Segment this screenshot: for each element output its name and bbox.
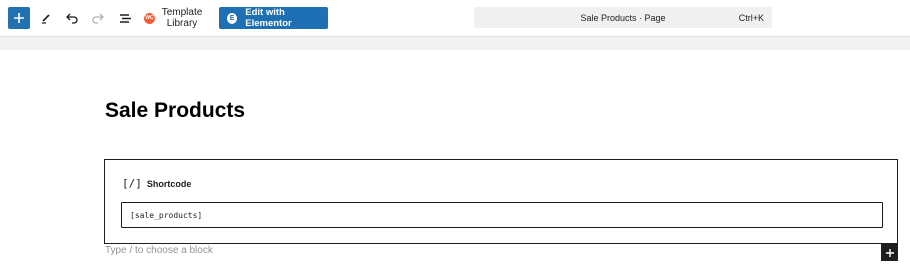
template-library-label: Template Library	[161, 7, 203, 29]
document-title: Sale Products · Page	[580, 13, 666, 23]
template-library-button[interactable]: WC Template Library	[144, 6, 203, 30]
edit-with-elementor-label: Edit with Elementor	[245, 7, 292, 29]
list-view-icon	[119, 13, 131, 23]
shortcode-label: Shortcode	[146, 178, 192, 189]
keyboard-shortcut: Ctrl+K	[738, 13, 764, 23]
undo-icon	[66, 13, 78, 24]
redo-icon	[92, 13, 104, 24]
block-appender-placeholder[interactable]: Type / to choose a block	[105, 245, 213, 256]
page-title[interactable]: Sale Products	[105, 99, 245, 123]
toolbar-divider-strip	[0, 37, 910, 50]
redo-button[interactable]	[87, 7, 109, 29]
shortcode-block[interactable]: [/] Shortcode [sale_products]	[104, 159, 898, 244]
document-overview-button[interactable]	[114, 7, 136, 29]
undo-button[interactable]	[61, 7, 83, 29]
template-library-logo-icon: WC	[144, 12, 155, 24]
plus-icon	[885, 248, 894, 257]
elementor-icon: E	[227, 12, 238, 24]
tools-button[interactable]	[35, 7, 57, 29]
shortcode-block-header: [/] Shortcode	[122, 177, 191, 190]
plus-icon	[14, 13, 24, 23]
shortcode-icon: [/]	[122, 177, 142, 190]
add-block-button[interactable]	[8, 7, 30, 29]
edit-with-elementor-button[interactable]: E Edit with Elementor	[219, 7, 328, 29]
command-palette-bar[interactable]: Sale Products · Page Ctrl+K	[474, 7, 772, 28]
shortcode-input[interactable]: [sale_products]	[121, 202, 883, 228]
inline-inserter-button[interactable]	[881, 244, 898, 261]
editor-top-toolbar: WC Template Library E Edit with Elemento…	[0, 0, 910, 37]
pencil-icon	[42, 14, 50, 24]
